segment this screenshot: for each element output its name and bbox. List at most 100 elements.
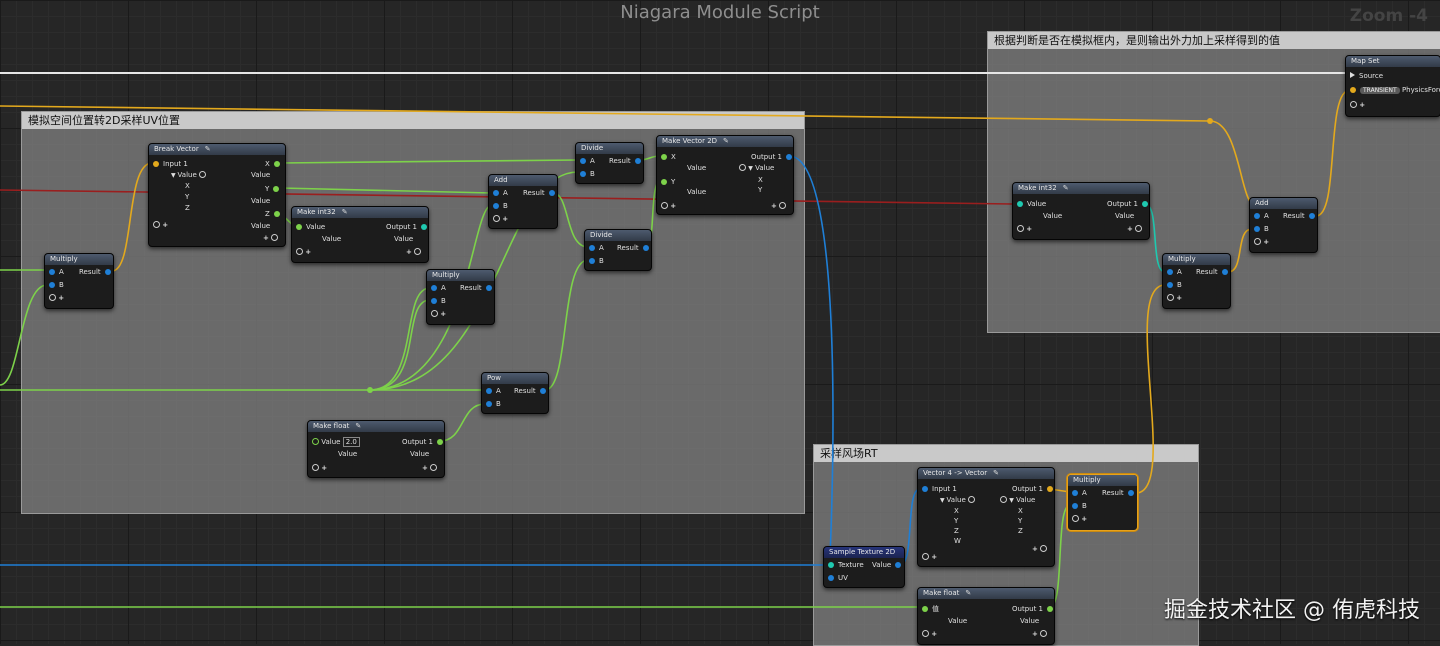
pin-result[interactable] <box>1308 213 1315 219</box>
edit-icon[interactable]: ✎ <box>993 469 999 477</box>
node-header: Make int32 ✎ <box>292 207 428 218</box>
pin-result[interactable] <box>1127 490 1134 496</box>
node-make-float-a[interactable]: Make float ✎ Value 2.0 Value Output 1 Val… <box>307 420 445 478</box>
pin-result[interactable] <box>642 245 649 251</box>
pin-output[interactable] <box>1047 486 1053 492</box>
node-divide-1[interactable]: Divide A Result B <box>575 142 644 184</box>
value-input-field[interactable]: 2.0 <box>342 437 360 447</box>
pin-physics-force[interactable] <box>1350 87 1356 93</box>
pin-b[interactable] <box>1167 282 1173 288</box>
pin-y[interactable] <box>661 179 667 185</box>
pin-output[interactable] <box>1047 606 1053 612</box>
pin-a[interactable] <box>1072 490 1078 496</box>
node-make-int32-a[interactable]: Make int32 ✎ Value Value Output 1 Value +… <box>291 206 429 263</box>
pin-output[interactable] <box>786 154 792 160</box>
node-header: Sample Texture 2D <box>824 547 904 558</box>
node-multiply-3[interactable]: Multiply A Result B + <box>1162 253 1231 309</box>
plus-icon[interactable]: + <box>58 294 64 302</box>
pin-b[interactable] <box>1072 503 1078 509</box>
pin-b[interactable] <box>493 203 499 209</box>
node-header: Map Set <box>1346 56 1440 67</box>
pin-a[interactable] <box>580 158 586 164</box>
node-add-1[interactable]: Add A Result B + <box>488 174 558 229</box>
exec-pin-icon[interactable] <box>1350 72 1355 78</box>
pin-result[interactable] <box>548 190 555 196</box>
pin-b[interactable] <box>1254 226 1260 232</box>
node-header: Add <box>1250 198 1317 209</box>
edit-icon[interactable]: ✎ <box>342 208 348 216</box>
wire-yellow-mult-break <box>111 162 153 272</box>
edit-icon[interactable]: ✎ <box>355 422 361 430</box>
node-pow[interactable]: Pow A Result B <box>481 372 549 414</box>
pin-result[interactable] <box>539 388 546 394</box>
edit-icon[interactable]: ✎ <box>723 137 729 145</box>
node-make-vector-2d[interactable]: Make Vector 2D ✎ X Value Y Value Output 1… <box>656 135 794 215</box>
pin-input[interactable] <box>153 161 159 167</box>
node-make-float-b[interactable]: Make float ✎ 值 Value Output 1 Value + + <box>917 587 1055 645</box>
pin-b[interactable] <box>486 401 492 407</box>
pin-a[interactable] <box>1167 269 1173 275</box>
pin-z[interactable] <box>273 211 280 217</box>
pin-value[interactable] <box>296 224 302 230</box>
pin-value[interactable] <box>1017 201 1023 207</box>
wire-yellow-mult4-mult3 <box>1135 284 1166 494</box>
pin-input[interactable] <box>922 486 928 492</box>
pin-result[interactable] <box>634 158 641 164</box>
node-map-set[interactable]: Map Set Source TRANSIENT PhysicsForce + <box>1345 55 1440 117</box>
node-header: Make Vector 2D ✎ <box>657 136 793 147</box>
node-header: Make float ✎ <box>918 588 1054 599</box>
node-add-2[interactable]: Add A Result B + <box>1249 197 1318 253</box>
edit-icon[interactable]: ✎ <box>965 589 971 597</box>
pin-a[interactable] <box>1254 213 1260 219</box>
pin-x[interactable] <box>661 154 667 160</box>
pin-value[interactable] <box>922 606 928 612</box>
edit-icon[interactable]: ✎ <box>205 145 211 153</box>
pin-result[interactable] <box>1221 269 1228 275</box>
node-make-int32-b[interactable]: Make int32 ✎ Value Value Output 1 Value +… <box>1012 182 1150 240</box>
node-header: Multiply <box>45 254 113 265</box>
node-header: Divide <box>585 230 651 241</box>
node-multiply-1[interactable]: Multiply A Result B + <box>44 253 114 309</box>
node-vector4-to-vector[interactable]: Vector 4 -> Vector ✎ Input 1 ▼ Value X Y … <box>917 467 1055 567</box>
node-sample-texture-2d[interactable]: Sample Texture 2D Texture Value UV <box>823 546 905 588</box>
pin-texture[interactable] <box>828 562 834 568</box>
wire-green-float-pow <box>439 403 486 442</box>
node-header: Multiply <box>1163 254 1230 265</box>
pin-result[interactable] <box>485 285 492 291</box>
wire-green-y-add <box>279 187 493 194</box>
watermark: 掘金技术社区 @ 侑虎科技 <box>1164 598 1420 623</box>
pin-b[interactable] <box>580 171 586 177</box>
pin-result[interactable] <box>104 269 111 275</box>
transient-badge: TRANSIENT <box>1360 87 1400 94</box>
node-header: Break Vector ✎ <box>149 144 285 155</box>
pin-a[interactable] <box>49 269 55 275</box>
pin-a[interactable] <box>589 245 595 251</box>
node-header: Make float ✎ <box>308 421 444 432</box>
pin-b[interactable] <box>589 258 595 264</box>
node-multiply-2[interactable]: Multiply A Result B + <box>426 269 495 325</box>
pin-value[interactable] <box>895 562 902 568</box>
node-break-vector[interactable]: Break Vector ✎ Input 1 ▼ Value X Y Z X Va… <box>148 143 286 247</box>
pin-a[interactable] <box>486 388 492 394</box>
wire-green-pow-divide2 <box>544 259 589 391</box>
pin-x[interactable] <box>273 161 280 167</box>
pin-a[interactable] <box>431 285 437 291</box>
pin-y[interactable] <box>273 186 280 192</box>
node-divide-2[interactable]: Divide A Result B <box>584 229 652 271</box>
pin-b[interactable] <box>431 298 437 304</box>
pin-a[interactable] <box>493 190 499 196</box>
pin-uv[interactable] <box>828 575 834 581</box>
node-header: Make int32 ✎ <box>1013 183 1149 194</box>
add-pin-icon[interactable] <box>49 294 56 301</box>
pin-b[interactable] <box>49 282 55 288</box>
pin-output[interactable] <box>421 224 427 230</box>
node-header: Multiply <box>427 270 494 281</box>
node-header: Divide <box>576 143 643 154</box>
node-header: Pow <box>482 373 548 384</box>
node-header: Vector 4 -> Vector ✎ <box>918 468 1054 479</box>
edit-icon[interactable]: ✎ <box>1063 184 1069 192</box>
pin-output[interactable] <box>1142 201 1148 207</box>
wire-green-x-divide <box>279 159 579 164</box>
pin-output[interactable] <box>437 439 443 445</box>
node-multiply-4[interactable]: Multiply A Result B + <box>1067 474 1138 531</box>
